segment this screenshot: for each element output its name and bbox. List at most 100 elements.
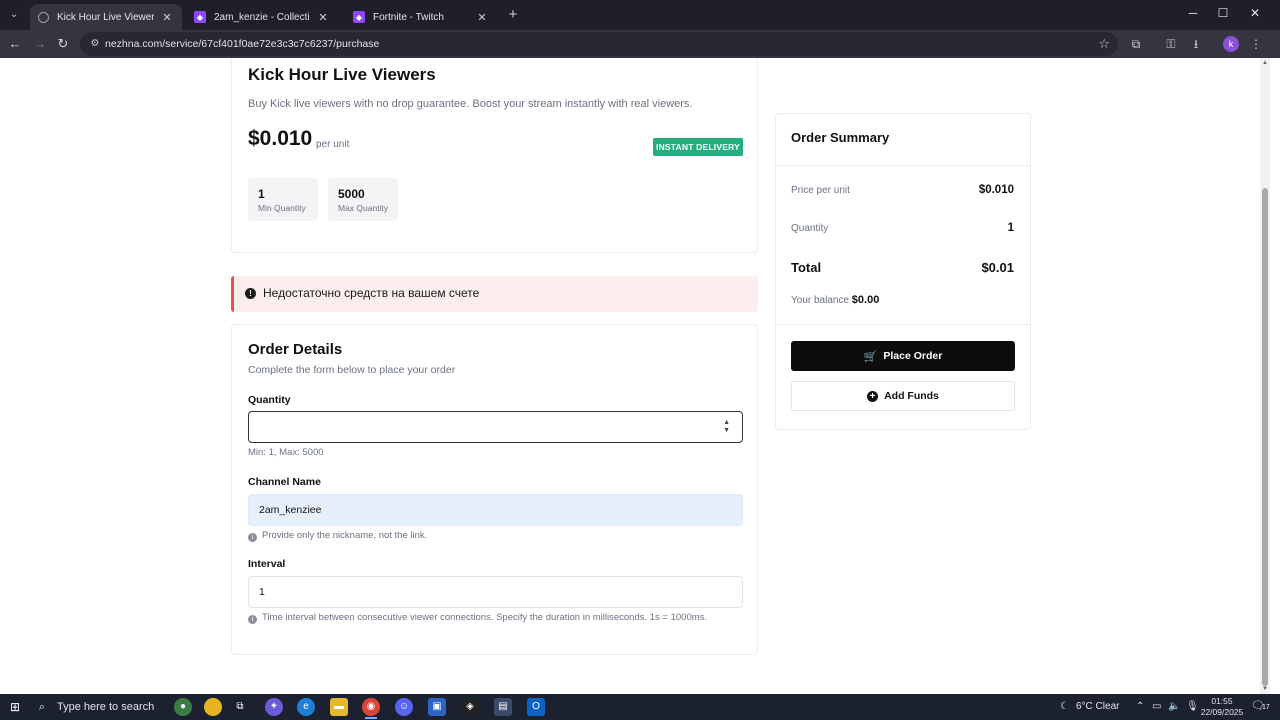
balance-line: Your balance $0.00	[791, 294, 879, 306]
reload-icon[interactable]: ↻	[54, 35, 72, 53]
downloads-icon[interactable]: ⭳	[1188, 36, 1204, 52]
browser-tab-strip: ⌄ Kick Hour Live Viewers - SMM P ✕ ◆ 2am…	[0, 0, 1280, 30]
search-icon: ⌕	[38, 701, 46, 713]
interval-input[interactable]: 1	[248, 576, 743, 608]
notification-count: 17	[1262, 704, 1270, 711]
balance-value: $0.00	[851, 294, 880, 306]
alert-message: Недостаточно средств на вашем счете	[263, 286, 480, 300]
channel-name-label: Channel Name	[248, 476, 321, 488]
app-window-icon[interactable]: ▤	[494, 698, 512, 716]
min-quantity-stat: 1 Min Quantity	[248, 178, 318, 221]
page-viewport: Kick Hour Live Viewers Buy Kick live vie…	[0, 58, 1280, 694]
product-price: $0.010	[248, 127, 313, 150]
max-quantity-label: Max Quantity	[338, 203, 389, 213]
windows-start-icon[interactable]: ⊞	[8, 700, 22, 714]
profile-avatar[interactable]: k	[1223, 36, 1239, 52]
channel-name-hint-text: Provide only the nickname, not the link.	[262, 530, 428, 541]
microphone-icon[interactable]: 🎙	[1186, 694, 1199, 720]
tab-fortnite-twitch[interactable]: ◆ Fortnite - Twitch ✕	[345, 4, 497, 30]
store-icon[interactable]: ▣	[428, 698, 446, 716]
tab-kick-hour-live-viewers[interactable]: Kick Hour Live Viewers - SMM P ✕	[30, 4, 182, 30]
max-quantity-stat: 5000 Max Quantity	[328, 178, 398, 221]
more-menu-icon[interactable]: ⋮	[1248, 36, 1264, 52]
channel-name-value: 2am_kenziee	[259, 504, 322, 516]
min-quantity-label: Min Quantity	[258, 203, 306, 213]
address-bar[interactable]: ⚙ nezhna.com/service/67cf401f0ae72e3c3c7…	[80, 32, 1118, 56]
tab-title: Fortnite - Twitch	[373, 11, 444, 23]
scroll-up-icon[interactable]: ▲	[1262, 60, 1268, 66]
interval-hint: i Time interval between consecutive viewe…	[248, 612, 707, 624]
interval-label: Interval	[248, 558, 286, 570]
maximize-icon[interactable]: ☐	[1208, 6, 1238, 20]
clock-time: 01:55	[1211, 696, 1233, 706]
network-icon[interactable]: ▭	[1152, 694, 1161, 720]
copilot-icon[interactable]: ✦	[265, 698, 283, 716]
file-explorer-icon[interactable]: ▬	[330, 698, 348, 716]
channel-name-input[interactable]: 2am_kenziee	[248, 494, 743, 526]
min-quantity-value: 1	[258, 187, 265, 201]
taskbar-clock[interactable]: 01:55 22/09/2025	[1200, 696, 1244, 718]
back-icon[interactable]: ←	[6, 35, 24, 53]
quantity-input[interactable]: ▲ ▼	[248, 411, 743, 443]
order-summary-card: Order Summary Price per unit $0.010 Quan…	[775, 113, 1031, 430]
weather-icon[interactable]: ☾	[1060, 694, 1069, 720]
new-tab-button[interactable]: +	[505, 6, 521, 23]
twitch-icon: ◆	[353, 11, 365, 23]
forward-icon[interactable]: →	[31, 35, 49, 53]
tab-close-icon[interactable]: ✕	[475, 11, 489, 24]
tab-close-icon[interactable]: ✕	[160, 11, 174, 24]
plus-circle-icon: +	[867, 390, 879, 402]
place-order-label: Place Order	[883, 350, 943, 362]
task-view-icon[interactable]: ⧉	[231, 698, 249, 716]
add-funds-button[interactable]: + Add Funds	[791, 381, 1015, 411]
url-text[interactable]: nezhna.com/service/67cf401f0ae72e3c3c7c6…	[105, 32, 379, 56]
taskbar-search-placeholder: Type here to search	[57, 701, 155, 713]
tab-search-dropdown-icon[interactable]: ⌄	[4, 5, 24, 25]
place-order-button[interactable]: 🛒 Place Order	[791, 341, 1015, 371]
tray-overflow-icon[interactable]: ⌃	[1136, 694, 1144, 720]
price-per-unit-value: $0.010	[978, 184, 1014, 196]
balance-label: Your balance	[791, 295, 850, 306]
tab-collection-manager[interactable]: ◆ 2am_kenzie - Collection Manag ✕	[186, 4, 338, 30]
order-summary-title: Order Summary	[791, 130, 890, 145]
close-window-icon[interactable]: ✕	[1240, 6, 1270, 20]
chrome-icon[interactable]: ◉	[362, 698, 380, 719]
taskbar-search[interactable]: ⌕ Type here to search	[32, 694, 172, 720]
total-label: Total	[791, 260, 822, 275]
quantity-stepper-icon[interactable]: ▲ ▼	[723, 419, 730, 435]
tab-close-icon[interactable]: ✕	[316, 11, 330, 24]
summary-quantity-label: Quantity	[791, 223, 829, 234]
discord-icon[interactable]: ☺	[395, 698, 413, 716]
edge-icon[interactable]: e	[297, 698, 315, 716]
divider	[776, 324, 1030, 325]
globe-icon	[38, 11, 49, 23]
password-key-icon[interactable]: ⚿	[1163, 36, 1179, 52]
info-icon: i	[248, 615, 257, 624]
app-icon[interactable]: ◈	[461, 698, 479, 716]
scroll-down-icon[interactable]: ▼	[1262, 686, 1268, 692]
order-details-subtitle: Complete the form below to place your or…	[248, 364, 456, 376]
tab-title: 2am_kenzie - Collection Manag	[214, 11, 310, 23]
order-details-card: Order Details Complete the form below to…	[231, 324, 758, 655]
alert-icon: !	[245, 288, 256, 299]
site-info-icon[interactable]: ⚙	[88, 37, 102, 51]
clock-date: 22/09/2025	[1200, 707, 1244, 717]
minimize-icon[interactable]: ─	[1178, 6, 1208, 20]
weather-text[interactable]: 6°C Clear	[1076, 694, 1119, 720]
order-details-title: Order Details	[248, 341, 343, 358]
product-description: Buy Kick live viewers with no drop guara…	[248, 98, 693, 110]
channel-name-hint: i Provide only the nickname, not the link…	[248, 530, 427, 542]
scrollbar-thumb[interactable]	[1262, 188, 1268, 686]
outlook-icon[interactable]: O	[527, 698, 545, 716]
volume-icon[interactable]: 🔈	[1168, 694, 1180, 720]
earth-widget-icon[interactable]: ●	[174, 698, 192, 716]
summary-quantity-value: 1	[1007, 222, 1014, 234]
twitch-icon: ◆	[194, 11, 206, 23]
page-scrollbar[interactable]: ▲ ▼	[1260, 58, 1270, 694]
total-value: $0.01	[981, 260, 1014, 275]
extensions-icon[interactable]: ⧉	[1128, 36, 1144, 52]
bookmark-star-icon[interactable]: ☆	[1098, 36, 1110, 52]
quantity-label: Quantity	[248, 394, 291, 406]
widget-icon[interactable]	[204, 698, 222, 716]
add-funds-label: Add Funds	[884, 390, 939, 402]
